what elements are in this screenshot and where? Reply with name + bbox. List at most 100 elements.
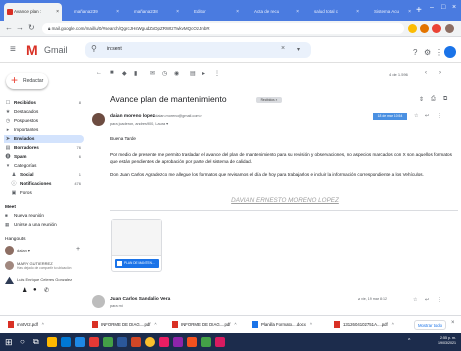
download-item[interactable]: 1312604102751A....pdf ^ [334, 320, 394, 330]
phone-icon[interactable]: ✆ [44, 287, 49, 294]
sidebar-item-forums[interactable]: ▣ Foros [10, 189, 84, 197]
browser-tab[interactable]: Acta de recu × [244, 3, 302, 21]
maximize-icon[interactable]: □ [441, 4, 445, 11]
add-task-icon[interactable]: ◉ [174, 70, 179, 77]
extension-icon[interactable] [420, 24, 429, 33]
download-item[interactable]: mntVI2.pdf ^ [8, 320, 44, 330]
contact-avatar[interactable] [5, 261, 14, 270]
new-meeting-link[interactable]: ■ Nueva reunión [5, 213, 44, 218]
label-icon[interactable]: ▸ [202, 70, 205, 77]
add-contact-icon[interactable]: + [76, 246, 80, 253]
mail-icon[interactable] [75, 337, 85, 347]
label-chip[interactable]: Recibidos × [256, 97, 282, 103]
settings-icon[interactable]: ⚙ [424, 48, 431, 57]
sidebar-item-important[interactable]: ▸ Importantes [4, 126, 84, 134]
profile-avatar[interactable] [445, 24, 454, 33]
move-icon[interactable]: ▤ [190, 70, 196, 77]
reply-icon[interactable]: ↩ [425, 297, 429, 303]
windows-start-icon[interactable]: ⊞ [5, 337, 13, 347]
powerpoint-icon[interactable] [131, 337, 141, 347]
delete-icon[interactable]: ▮ [134, 70, 137, 77]
search-icon[interactable]: ⚲ [91, 44, 97, 53]
chat-icon[interactable]: ● [33, 287, 37, 293]
search-options-icon[interactable]: ▾ [297, 46, 300, 53]
join-meeting-link[interactable]: ▦ Unirse a una reunión [5, 222, 57, 228]
new-window-icon[interactable]: ⧉ [443, 96, 447, 103]
attachment-card[interactable]: PLAN DE MANTEN... [111, 219, 162, 272]
close-icon[interactable]: × [451, 320, 455, 326]
chrome-icon[interactable] [145, 337, 155, 347]
browser-tab-gmail[interactable]: Avance plan : × [4, 3, 62, 21]
forward-icon[interactable]: → [16, 23, 24, 32]
download-item[interactable]: Planilla Formato....docx ^ [252, 320, 312, 330]
search-icon[interactable]: ○ [20, 337, 25, 346]
system-tray-icon[interactable]: ^ [408, 338, 410, 344]
new-tab-button[interactable]: + [416, 3, 422, 19]
archive-icon[interactable]: ■ [110, 70, 114, 76]
previous-icon[interactable]: ‹ [425, 70, 427, 76]
close-tab-icon[interactable]: × [116, 3, 119, 21]
star-bookmark-icon[interactable] [408, 24, 417, 33]
browser-tab[interactable]: Editor × [184, 3, 242, 21]
minimize-icon[interactable]: – [430, 4, 434, 11]
excel-icon[interactable] [103, 337, 113, 347]
chevron-up-icon[interactable]: ^ [42, 322, 44, 327]
close-tab-icon[interactable]: × [296, 3, 299, 21]
mark-unread-icon[interactable]: ✉ [150, 70, 155, 77]
browser-tab[interactable]: salud total c × [304, 3, 362, 21]
sidebar-item-snoozed[interactable]: ◷ Pospuestos [4, 117, 84, 125]
close-tab-icon[interactable]: × [408, 3, 411, 21]
task-view-icon[interactable]: ⧉ [33, 337, 39, 347]
more-icon[interactable]: ⋮ [214, 70, 220, 77]
person-icon[interactable]: ♟ [22, 287, 27, 294]
app-icon[interactable] [89, 337, 99, 347]
app-icon[interactable] [173, 337, 183, 347]
sender-avatar[interactable] [92, 113, 105, 126]
system-clock[interactable]: 2:55 p. m. 19/03/2021 [424, 336, 456, 346]
show-all-downloads-button[interactable]: Mostrar todo [414, 320, 446, 330]
snooze-icon[interactable]: ◷ [162, 70, 167, 77]
chevron-up-icon[interactable]: ^ [392, 322, 394, 327]
close-tab-icon[interactable]: × [176, 3, 179, 21]
chevron-up-icon[interactable]: ^ [234, 322, 236, 327]
search-bar[interactable]: ⚲ in:sent × ▾ [85, 42, 311, 58]
back-icon[interactable]: ← [5, 23, 13, 32]
download-item[interactable]: INFORME DE DIAG....pdf ^ [172, 320, 236, 330]
close-tab-icon[interactable]: × [236, 3, 239, 21]
browser-tab[interactable]: mañana238 × [124, 3, 182, 21]
main-menu-icon[interactable]: ≡ [10, 44, 16, 55]
chevron-up-icon[interactable]: ^ [310, 322, 312, 327]
file-explorer-icon[interactable] [47, 337, 57, 347]
app-icon[interactable] [215, 337, 225, 347]
sidebar-item-drafts[interactable]: ▤ Borradores 76 [4, 144, 84, 152]
print-icon[interactable]: ⎙ [431, 96, 436, 103]
clear-search-icon[interactable]: × [281, 45, 285, 52]
back-icon[interactable]: ← [96, 70, 102, 76]
close-window-icon[interactable]: × [452, 4, 456, 11]
sidebar-item-inbox[interactable]: ☐ Recibidos 8 [4, 99, 84, 107]
app-icon[interactable] [201, 337, 211, 347]
report-icon[interactable]: ◆ [122, 70, 127, 77]
gmail-logo-icon[interactable]: M [26, 42, 38, 58]
expand-icon[interactable]: ⇕ [419, 96, 424, 103]
account-avatar[interactable] [444, 46, 456, 58]
app-icon[interactable] [187, 337, 197, 347]
hangouts-user[interactable]: daian ▾ [17, 248, 67, 253]
browser-tab[interactable]: Sistema Acu × [364, 3, 414, 21]
next-icon[interactable]: › [439, 70, 441, 76]
download-item[interactable]: INFORME DE DIAG....pdf ^ [92, 320, 156, 330]
sidebar-item-categories[interactable]: ▾ Categorías [4, 162, 84, 170]
help-icon[interactable]: ? [413, 48, 417, 57]
compose-button[interactable]: + Redactar [6, 73, 48, 89]
chevron-up-icon[interactable]: ^ [154, 322, 156, 327]
recipients[interactable]: para jcaderon, andres900, Laura ▾ [110, 121, 310, 126]
edge-icon[interactable] [61, 337, 71, 347]
star-icon[interactable]: ☆ [414, 113, 418, 119]
close-tab-icon[interactable]: × [56, 3, 59, 21]
browser-tab[interactable]: mañana239 × [64, 3, 122, 21]
more-icon[interactable]: ⋮ [437, 297, 442, 303]
star-icon[interactable]: ☆ [413, 297, 417, 303]
app-icon[interactable] [159, 337, 169, 347]
close-tab-icon[interactable]: × [356, 3, 359, 21]
sidebar-item-social[interactable]: ♟ Social 1 [10, 171, 84, 179]
